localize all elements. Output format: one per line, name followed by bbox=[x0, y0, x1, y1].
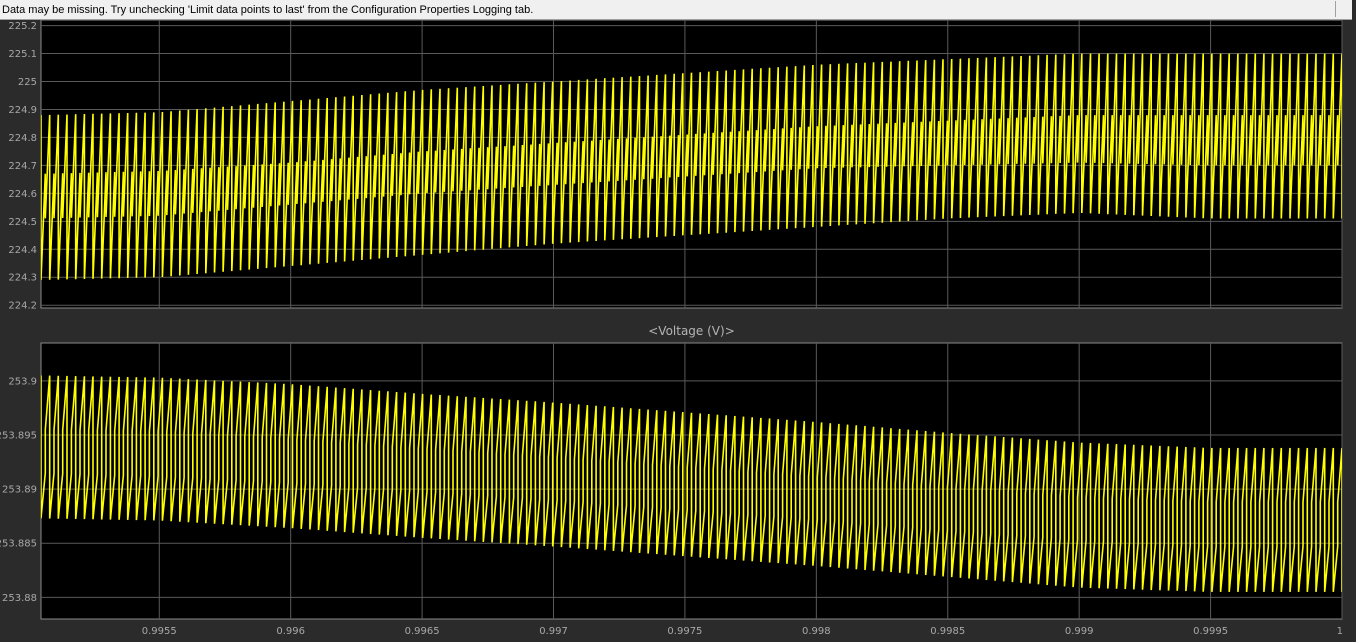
x-tick-label: 0.997 bbox=[539, 626, 568, 637]
y-tick-label: 253.9 bbox=[8, 376, 37, 387]
y-tick-label: 224.8 bbox=[8, 133, 37, 144]
warning-text: Data may be missing. Try unchecking 'Lim… bbox=[2, 4, 534, 16]
x-tick-label: 0.9995 bbox=[1193, 626, 1228, 637]
x-tick-label: 0.999 bbox=[1065, 626, 1094, 637]
y-tick-label: 253.88 bbox=[2, 593, 37, 604]
y-tick-label: 224.9 bbox=[8, 105, 37, 116]
y-tick-label: 253.885 bbox=[0, 539, 37, 550]
plot-panel-1: 224.2 224.3 224.4 224.5 224.6 224.7 224.8 224.9… bbox=[8, 20, 1343, 312]
y-tick-label: 225.1 bbox=[8, 49, 37, 60]
y-tick-label: 224.2 bbox=[8, 301, 37, 312]
y-tick-label: 225.2 bbox=[8, 21, 37, 32]
y-tick-label: 224.4 bbox=[8, 245, 37, 256]
y-tick-label: 224.6 bbox=[8, 189, 37, 200]
y-tick-label: 225 bbox=[18, 77, 37, 88]
data-missing-warning-bar: Data may be missing. Try unchecking 'Lim… bbox=[0, 0, 1352, 20]
y-tick-label: 224.3 bbox=[8, 273, 37, 284]
y-tick-label: 253.89 bbox=[2, 485, 37, 496]
scope-plots: 224.2 224.3 224.4 224.5 224.6 224.7 224.8 224.9… bbox=[0, 20, 1343, 637]
x-tick-label: 0.998 bbox=[802, 626, 831, 637]
close-warning-button[interactable] bbox=[1335, 1, 1352, 17]
x-tick-label: 1 bbox=[1337, 626, 1343, 637]
x-tick-label: 0.9965 bbox=[405, 626, 440, 637]
x-tick-label: 0.996 bbox=[276, 626, 305, 637]
y-tick-label: 224.7 bbox=[8, 161, 37, 172]
plot-title: <Voltage (V)> bbox=[648, 324, 735, 338]
x-tick-label: 0.9985 bbox=[930, 626, 965, 637]
y-tick-label: 253.895 bbox=[0, 431, 37, 442]
x-tick-label: 0.9975 bbox=[667, 626, 702, 637]
x-tick-label: 0.9955 bbox=[142, 626, 177, 637]
plot-panel-2: 253.88 253.885 253.89 253.895 253.9 <Voltage … bbox=[0, 324, 1343, 637]
y-tick-label: 224.5 bbox=[8, 217, 37, 228]
